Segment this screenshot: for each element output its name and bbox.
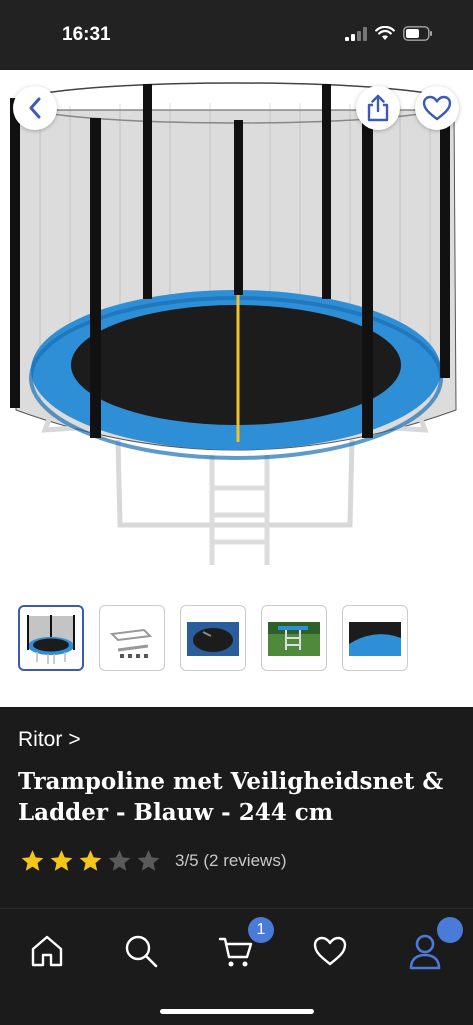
back-button[interactable] bbox=[13, 86, 57, 130]
home-indicator bbox=[160, 1009, 314, 1014]
thumbnail-trampoline-in-garden[interactable] bbox=[261, 605, 327, 671]
share-icon bbox=[367, 94, 389, 122]
thumbnail-padding-closeup[interactable] bbox=[342, 605, 408, 671]
account-icon bbox=[409, 934, 441, 970]
status-icons bbox=[345, 26, 433, 41]
thumbnail-trampoline-full-view[interactable] bbox=[18, 605, 84, 671]
home-icon bbox=[31, 935, 63, 967]
product-title: Trampoline met Veiligheidsnet & Ladder -… bbox=[18, 768, 444, 826]
favorite-button[interactable] bbox=[415, 86, 459, 130]
share-button[interactable] bbox=[356, 86, 400, 130]
heart-icon bbox=[422, 95, 452, 121]
thumbnail-image bbox=[268, 622, 320, 656]
bottom-navigation: 1 bbox=[0, 908, 473, 1025]
star-filled-icon bbox=[79, 850, 102, 871]
cellular-signal-icon bbox=[345, 26, 367, 41]
brand-name: Ritor bbox=[18, 728, 63, 751]
brand-link[interactable]: Ritor > bbox=[18, 728, 81, 752]
battery-icon bbox=[403, 26, 432, 41]
thumbnail-mat-closeup[interactable] bbox=[180, 605, 246, 671]
product-main-image[interactable] bbox=[0, 70, 473, 590]
thumbnail-strip bbox=[18, 605, 408, 671]
nav-favorites[interactable] bbox=[308, 929, 352, 973]
star-empty-icon bbox=[137, 850, 160, 871]
search-icon bbox=[125, 935, 158, 968]
cart-icon bbox=[218, 937, 253, 967]
thumbnail-image bbox=[27, 615, 75, 664]
thumbnail-image bbox=[349, 622, 401, 656]
star-filled-icon bbox=[50, 850, 73, 871]
cart-badge: 1 bbox=[248, 917, 274, 943]
wifi-icon bbox=[375, 26, 395, 40]
star-empty-icon bbox=[108, 850, 131, 871]
thumbnail-ladder-parts[interactable] bbox=[99, 605, 165, 671]
chevron-left-icon bbox=[29, 97, 41, 119]
status-bar: 16:31 bbox=[0, 0, 473, 70]
nav-home[interactable] bbox=[25, 929, 69, 973]
thumbnail-image bbox=[187, 622, 239, 656]
heart-icon bbox=[313, 936, 347, 966]
product-rating[interactable]: 3/5 (2 reviews) bbox=[18, 848, 286, 874]
chevron-right-icon: > bbox=[68, 728, 81, 751]
nav-search[interactable] bbox=[119, 929, 163, 973]
product-image-area bbox=[0, 70, 473, 707]
star-filled-icon bbox=[21, 850, 44, 871]
rating-text: 3/5 (2 reviews) bbox=[175, 851, 287, 870]
status-time: 16:31 bbox=[62, 24, 111, 45]
thumbnail-image bbox=[109, 628, 153, 658]
account-notification-dot bbox=[437, 917, 463, 943]
